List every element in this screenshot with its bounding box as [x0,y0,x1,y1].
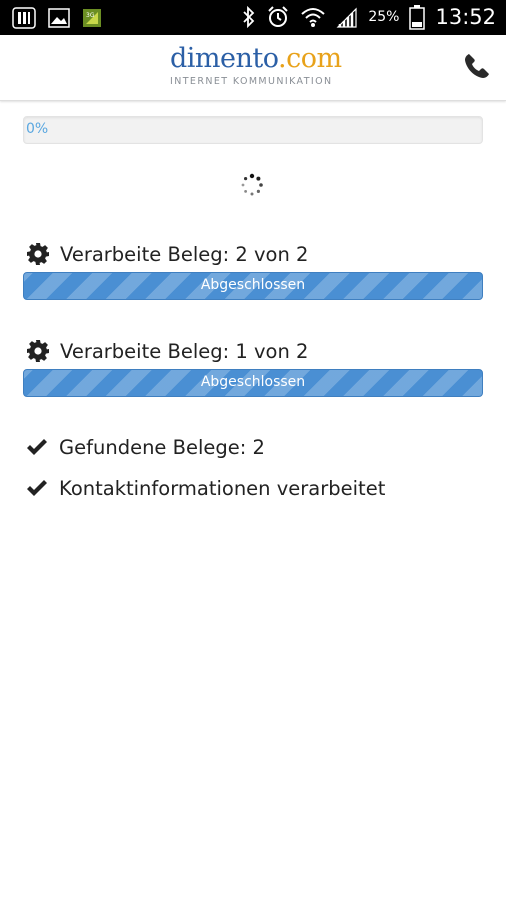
loading-spinner-icon [241,173,263,196]
network-type-text: 3G [86,12,95,19]
task-status: Abgeschlossen [200,277,306,293]
logo-tld: com [286,43,342,74]
task-title-text: Verarbeite Beleg: 1 von 2 [60,339,309,363]
completed-item-label: Kontaktinformationen verarbeitet [59,476,386,500]
image-icon [48,8,70,28]
network-badge-icon: 3G [83,9,101,27]
gear-icon [27,340,49,362]
completed-item: Gefundene Belege: 2 [23,432,265,462]
completed-item: Kontaktinformationen verarbeitet [23,473,385,503]
task-item: Verarbeite Beleg: 1 von 2 Abgeschlossen [23,336,483,397]
check-icon [27,439,47,455]
phone-icon [465,54,489,78]
battery-percent: 25% [368,9,400,25]
task-title: Verarbeite Beleg: 1 von 2 [23,336,483,366]
overall-progress-label: 0% [26,121,49,137]
task-title-text: Verarbeite Beleg: 2 von 2 [60,242,309,266]
task-progress-bar: Abgeschlossen [23,272,483,300]
status-system-icons: 25% 13:52 [242,4,496,30]
task-title: Verarbeite Beleg: 2 von 2 [23,239,483,269]
check-icon [27,480,47,496]
logo-brand: dimento [170,43,279,74]
logo-wordmark: dimento.com [170,43,342,75]
wifi-icon [301,8,326,27]
status-bar: 3G 25% 13:52 [0,0,506,35]
battery-icon [409,5,426,30]
alarm-icon [268,6,289,27]
notification-icon [12,7,36,29]
bluetooth-icon [243,5,255,29]
logo-tagline: INTERNET KOMMUNIKATION [170,76,333,87]
status-notifications: 3G [12,7,102,29]
app-header: dimento.com INTERNET KOMMUNIKATION [0,35,506,101]
completed-item-label: Gefundene Belege: 2 [59,435,265,459]
task-item: Verarbeite Beleg: 2 von 2 Abgeschlossen [23,239,483,300]
call-button[interactable] [462,51,492,81]
gear-icon [27,243,49,265]
task-status: Abgeschlossen [200,374,306,390]
signal-icon [336,7,357,28]
clock: 13:52 [435,5,496,29]
overall-progress-bar: 0% [23,116,483,144]
logo-dot: . [278,43,287,74]
logo: dimento.com INTERNET KOMMUNIKATION [170,43,342,87]
task-progress-bar: Abgeschlossen [23,369,483,397]
